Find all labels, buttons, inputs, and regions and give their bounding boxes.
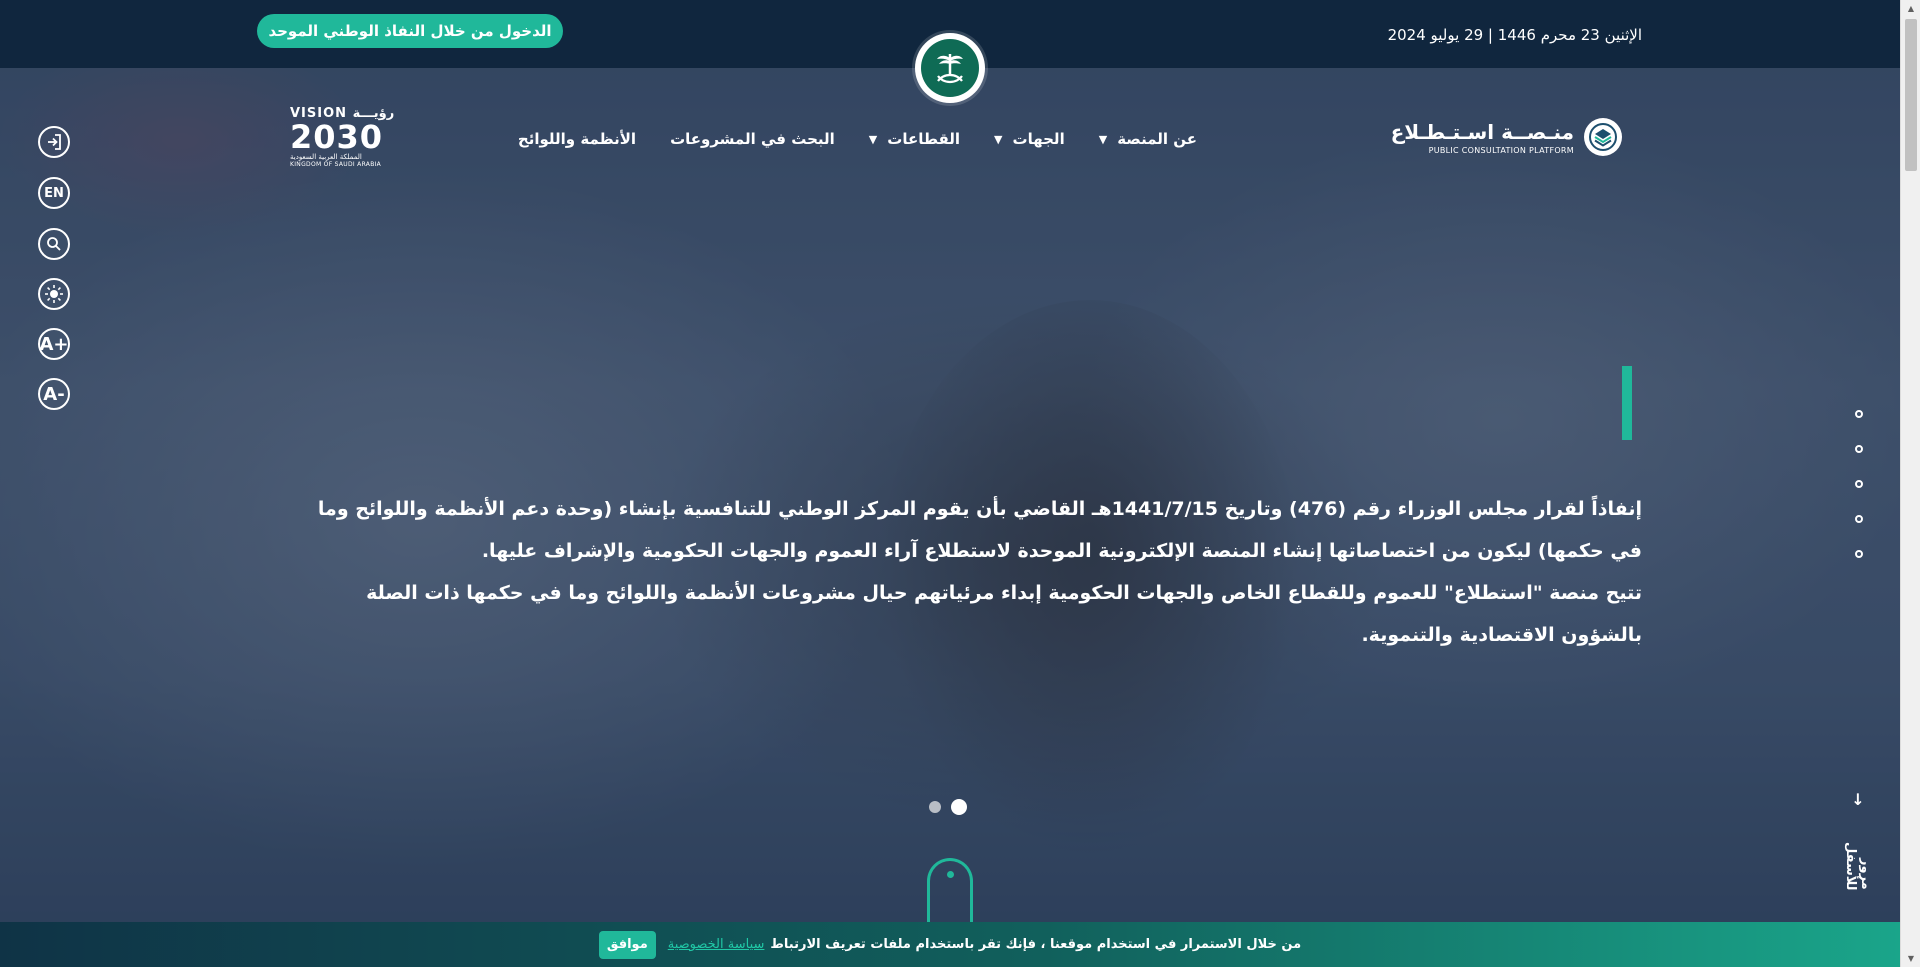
- platform-logo[interactable]: منـصــة اسـتـطـلاع PUBLIC CONSULTATION P…: [1391, 118, 1622, 156]
- login-icon: [48, 134, 61, 150]
- section-dot[interactable]: [1855, 550, 1863, 558]
- vision-2030-logo: VISION رؤيـــة 2030 المملكة العربية السع…: [290, 106, 400, 176]
- section-dot[interactable]: [1855, 410, 1863, 418]
- brightness-icon: [45, 285, 63, 303]
- scroll-up-arrow-icon[interactable]: ▲: [1901, 0, 1920, 17]
- platform-name-ar: منـصــة اسـتـطـلاع: [1390, 119, 1574, 144]
- caret-down-icon: ▼: [868, 132, 878, 146]
- scroll-down-arrow-icon[interactable]: ▼: [1901, 950, 1920, 967]
- platform-name-en: PUBLIC CONSULTATION PLATFORM: [1428, 145, 1574, 155]
- vision-ksa-en: KINGDOM OF SAUDI ARABIA: [290, 161, 382, 168]
- nav-item-about[interactable]: عن المنصة ▼: [1099, 130, 1197, 148]
- nav-item-entities[interactable]: الجهات ▼: [994, 130, 1065, 148]
- scrollbar-thumb[interactable]: [1905, 19, 1917, 171]
- language-button[interactable]: EN: [38, 177, 70, 209]
- login-button[interactable]: [38, 126, 70, 158]
- contrast-button[interactable]: [38, 278, 70, 310]
- slide-dot-2[interactable]: [951, 799, 967, 815]
- privacy-policy-link[interactable]: سياسة الخصوصية: [668, 937, 765, 952]
- slide-dot-1[interactable]: [929, 801, 941, 813]
- section-dot[interactable]: [1855, 515, 1863, 523]
- layers-icon: [1584, 118, 1622, 156]
- section-dot[interactable]: [1855, 480, 1863, 488]
- section-dot[interactable]: [1855, 445, 1863, 453]
- language-label: EN: [44, 185, 64, 201]
- vision-ksa-ar: المملكة العربية السعودية: [290, 153, 362, 161]
- caret-down-icon: ▼: [1098, 132, 1108, 146]
- nav-item-label: عن المنصة: [1117, 130, 1197, 148]
- nav-item-regulations[interactable]: الأنظمة واللوائح: [518, 130, 636, 148]
- search-button[interactable]: [38, 228, 70, 260]
- nav-item-sectors[interactable]: القطاعات ▼: [869, 130, 960, 148]
- nav-item-label: الأنظمة واللوائح: [517, 130, 637, 148]
- saudi-emblem-logo[interactable]: [915, 33, 985, 103]
- hero-description: إنفاذاً لقرار مجلس الوزراء رقم (476) وتا…: [296, 488, 1642, 656]
- search-icon: [47, 237, 61, 251]
- nav-item-label: البحث في المشروعات: [670, 130, 835, 148]
- hero-paragraph-2: تتيح منصة "استطلاع" للعموم وللقطاع الخاص…: [366, 582, 1642, 646]
- nav-item-label: الجهات: [1012, 130, 1065, 148]
- scroll-down-hint[interactable]: ↓ مرور للأسفل: [1843, 790, 1873, 890]
- palm-swords-icon: [921, 39, 979, 97]
- font-decrease-button[interactable]: A-: [38, 378, 70, 410]
- cookie-message: من خلال الاستمرار في استخدام موقعنا ، فإ…: [770, 937, 1302, 952]
- hero-accent-bar: [1622, 366, 1632, 440]
- font-increase-icon: A+: [39, 333, 69, 355]
- scroll-down-label: مرور للأسفل: [1843, 841, 1873, 891]
- nav-item-label: القطاعات: [887, 130, 961, 148]
- arrow-down-icon: ↓: [1851, 790, 1865, 809]
- cookie-agree-button[interactable]: موافق: [598, 930, 656, 959]
- cookie-consent-bar: من خلال الاستمرار في استخدام موقعنا ، فإ…: [0, 922, 1900, 967]
- vision-year: 2030: [290, 118, 384, 156]
- current-date: الإثنين 23 محرم 1446 | 29 يوليو 2024: [1387, 26, 1642, 44]
- font-decrease-icon: A-: [43, 383, 65, 405]
- hero-paragraph-1: إنفاذاً لقرار مجلس الوزراء رقم (476) وتا…: [317, 498, 1642, 562]
- main-nav: عن المنصة ▼ الجهات ▼ القطاعات ▼ البحث في…: [484, 130, 1197, 148]
- page-scrollbar[interactable]: ▲ ▼: [1900, 0, 1920, 967]
- font-increase-button[interactable]: A+: [38, 328, 70, 360]
- slider-pagination: [929, 799, 967, 815]
- nafath-login-button[interactable]: الدخول من خلال النفاذ الوطني الموحد: [257, 14, 563, 48]
- section-navigation-dots: [1855, 410, 1863, 585]
- mouse-wheel: [947, 871, 954, 878]
- caret-down-icon: ▼: [994, 132, 1003, 146]
- nav-item-search-projects[interactable]: البحث في المشروعات: [670, 130, 835, 148]
